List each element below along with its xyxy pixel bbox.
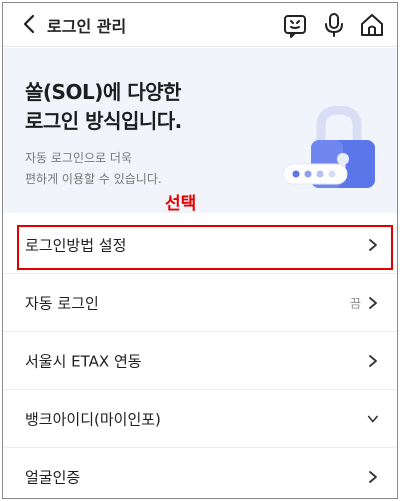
chevron-right-icon xyxy=(369,354,377,367)
lock-illustration-icon xyxy=(283,106,375,188)
selection-highlight-box xyxy=(17,225,393,270)
select-annotation: 선택 xyxy=(165,194,197,214)
home-icon[interactable] xyxy=(359,12,385,38)
status-text: 끔 xyxy=(349,296,361,310)
chevron-down-icon xyxy=(367,415,378,422)
menu-item-etax[interactable]: 서울시 ETAX 연동 xyxy=(3,332,397,390)
page-title: 로그인 관리 xyxy=(47,17,127,36)
menu-item-label: 얼굴인증 xyxy=(25,468,81,486)
menu-item-label: 서울시 ETAX 연동 xyxy=(25,352,142,370)
back-arrow-icon[interactable] xyxy=(19,12,41,36)
top-bar: 로그인 관리 xyxy=(3,3,397,47)
chevron-right-icon xyxy=(369,296,377,309)
chevron-right-icon xyxy=(369,470,377,483)
menu-item-auto-login[interactable]: 자동 로그인 끔 xyxy=(3,274,397,332)
intro-banner: 쏠(SOL)에 다양한 로그인 방식입니다. 자동 로그인으로 더욱 편하게 이… xyxy=(3,48,397,213)
app-frame: 로그인 관리 쏠(SOL)에 다양한 로그인 방식입니다. 자동 로그인으로 더… xyxy=(2,2,398,499)
menu-item-bank-id[interactable]: 뱅크아이디(마이인포) xyxy=(3,390,397,448)
banner-description: 자동 로그인으로 더욱 편하게 이용할 수 있습니다. xyxy=(25,151,162,186)
login-settings-list: 로그인방법 설정 자동 로그인 끔 서울시 ETAX 연동 뱅크아이디(마이인포… xyxy=(3,216,397,498)
microphone-icon[interactable] xyxy=(321,12,347,38)
menu-item-label: 자동 로그인 xyxy=(25,294,99,312)
menu-item-face-auth[interactable]: 얼굴인증 xyxy=(3,448,397,498)
chatbot-icon[interactable] xyxy=(282,12,308,38)
menu-item-login-method[interactable]: 로그인방법 설정 xyxy=(3,216,397,274)
menu-item-label: 뱅크아이디(마이인포) xyxy=(25,410,161,428)
banner-title: 쏠(SOL)에 다양한 로그인 방식입니다. xyxy=(25,80,182,133)
